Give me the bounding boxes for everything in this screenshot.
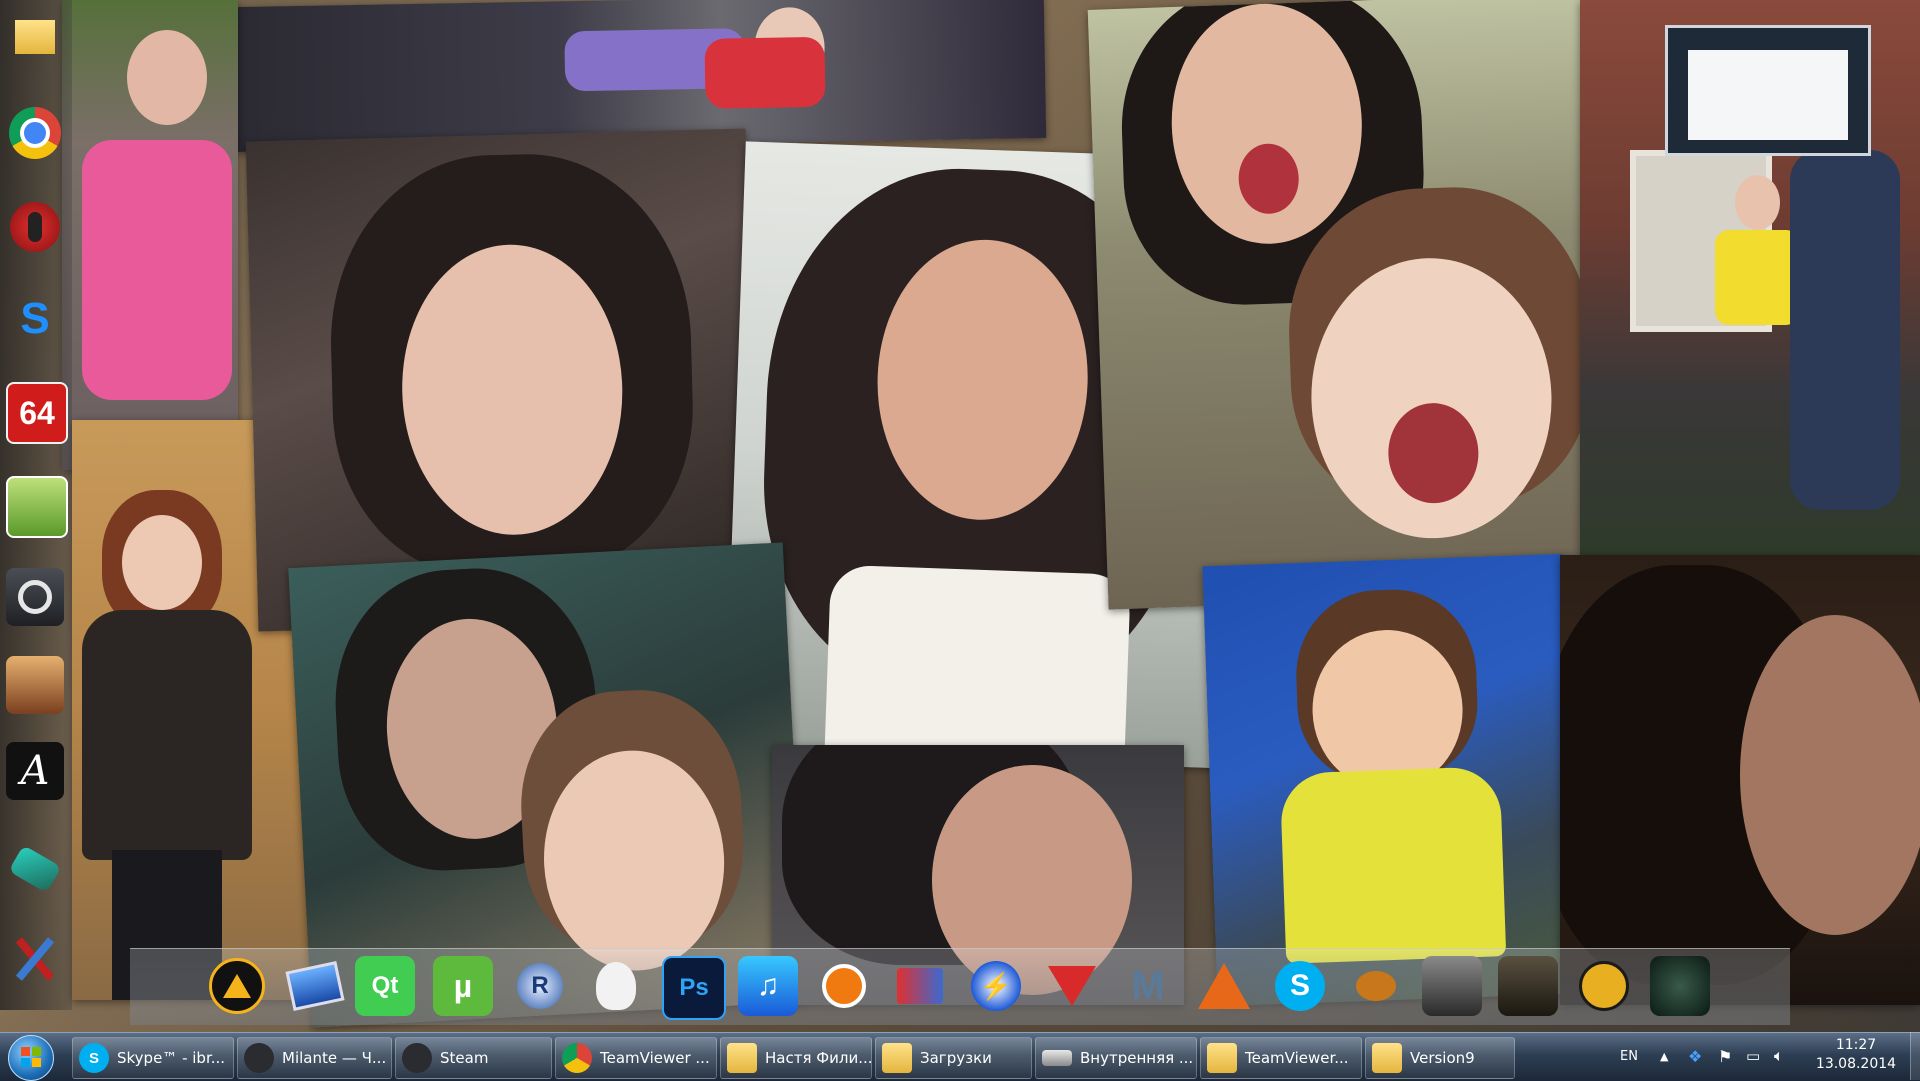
shazam-icon[interactable]: S <box>6 290 64 348</box>
wallpaper-photo <box>62 0 238 470</box>
language-label: EN <box>1620 1048 1638 1064</box>
network-tray-icon[interactable]: ▭ <box>1746 1032 1760 1080</box>
clock-time: 11:27 <box>1835 1037 1877 1053</box>
taskbar-item-version9[interactable]: Version9 <box>1365 1037 1515 1079</box>
dropbox-icon[interactable]: ❖ <box>1688 1032 1702 1080</box>
avast-icon[interactable] <box>814 956 874 1016</box>
photoshop-icon[interactable]: Ps <box>662 956 726 1020</box>
taskbar-item-teamviewer-folder[interactable]: TeamViewer... <box>1200 1037 1362 1079</box>
action-center-flag-icon[interactable]: ⚑ <box>1718 1032 1732 1080</box>
drive-icon <box>1042 1050 1072 1066</box>
m-app-label: M <box>1131 963 1165 1008</box>
tools-icon[interactable] <box>6 930 64 988</box>
chrome-icon <box>562 1043 592 1073</box>
utorrent-label: µ <box>453 967 473 1004</box>
taskbar-item-label: Загрузки <box>920 1049 992 1067</box>
taskbar-item-downloads[interactable]: Загрузки <box>875 1037 1032 1079</box>
taskbar-item-skype[interactable]: S Skype™ - ibr... <box>72 1037 234 1079</box>
taskbar-item-label: Steam <box>440 1049 489 1067</box>
network-icon[interactable] <box>890 956 950 1016</box>
record-icon[interactable] <box>1042 956 1102 1016</box>
folder-download-icon <box>882 1043 912 1073</box>
itunes-icon[interactable]: ♫ <box>738 956 798 1016</box>
aida64-label: 64 <box>19 394 55 431</box>
desktop-wallpaper[interactable] <box>0 0 1920 1032</box>
taskbar-item-teamviewer-chrome[interactable]: TeamViewer ... <box>555 1037 717 1079</box>
qt-icon[interactable]: Qt <box>355 956 415 1016</box>
clock-date: 13.08.2014 <box>1815 1056 1897 1072</box>
game-icon[interactable] <box>6 656 64 714</box>
foobar-icon[interactable] <box>586 956 646 1016</box>
font-icon[interactable]: A <box>6 742 64 800</box>
daemon-tools-icon[interactable]: ⚡ <box>966 956 1026 1016</box>
taskbar-item-label: TeamViewer ... <box>600 1049 710 1067</box>
folder-download-icon[interactable] <box>6 8 64 66</box>
steam-icon <box>402 1043 432 1073</box>
game-device-icon[interactable] <box>6 840 64 898</box>
folder-icon <box>1372 1043 1402 1073</box>
game1-icon[interactable] <box>1422 956 1482 1016</box>
skype-icon[interactable]: S <box>1270 956 1330 1016</box>
utorrent-icon[interactable]: µ <box>433 956 493 1016</box>
microphone-icon[interactable] <box>6 198 64 256</box>
game2-icon[interactable] <box>1498 956 1558 1016</box>
steam-icon <box>244 1043 274 1073</box>
wallpaper-photo <box>1202 553 1578 1007</box>
windows-logo-icon <box>21 1047 41 1067</box>
font-icon-label: A <box>20 748 50 794</box>
taskbar-item-label: Настя Фили... <box>765 1049 872 1067</box>
revo-icon[interactable]: R <box>510 956 570 1016</box>
wallpaper-photo <box>233 0 1047 153</box>
folder-icon <box>727 1043 757 1073</box>
paint-icon[interactable] <box>1346 956 1406 1016</box>
taskbar-item-steam[interactable]: Steam <box>395 1037 552 1079</box>
taskbar-item-label: TeamViewer... <box>1245 1049 1349 1067</box>
language-indicator[interactable]: EN <box>1620 1032 1638 1080</box>
game4-icon[interactable] <box>1650 956 1710 1016</box>
folder-icon <box>1207 1043 1237 1073</box>
start-button[interactable] <box>8 1035 54 1081</box>
photoshop-label: Ps <box>679 974 709 1001</box>
wallpaper-photo <box>1580 0 1920 560</box>
system-clock[interactable]: 11:27 13.08.2014 <box>1806 1036 1906 1074</box>
taskbar-item-label: Version9 <box>1410 1049 1475 1067</box>
image-editor-icon[interactable] <box>6 476 68 538</box>
volume-icon[interactable]: 🔈︎ <box>1774 1032 1784 1080</box>
aimp-icon[interactable] <box>207 956 267 1016</box>
show-desktop-button[interactable] <box>1910 1032 1920 1080</box>
matlab-icon[interactable] <box>1194 956 1254 1016</box>
computer-icon[interactable] <box>285 956 345 1016</box>
taskbar-item-label: Milante — Ч... <box>282 1049 387 1067</box>
game3-icon[interactable] <box>1574 956 1634 1016</box>
m-app-icon[interactable]: M <box>1118 956 1178 1016</box>
taskbar-item-folder-nastya[interactable]: Настя Фили... <box>720 1037 872 1079</box>
skype-icon: S <box>79 1043 109 1073</box>
taskbar-item-internal[interactable]: Внутренняя ... <box>1035 1037 1197 1079</box>
tray-expand-icon[interactable]: ▲ <box>1660 1032 1668 1080</box>
qt-label: Qt <box>371 972 399 999</box>
taskbar-item-label: Skype™ - ibr... <box>117 1049 226 1067</box>
steam-icon[interactable] <box>6 568 64 626</box>
aida64-icon[interactable]: 64 <box>6 382 68 444</box>
taskbar-item-label: Внутренняя ... <box>1080 1049 1194 1067</box>
revo-label: R <box>531 972 549 999</box>
skype-dock-label: S <box>1289 969 1310 1002</box>
taskbar-item-milante[interactable]: Milante — Ч... <box>237 1037 392 1079</box>
chrome-icon[interactable] <box>6 104 64 162</box>
wallpaper-photo <box>1560 555 1920 1005</box>
